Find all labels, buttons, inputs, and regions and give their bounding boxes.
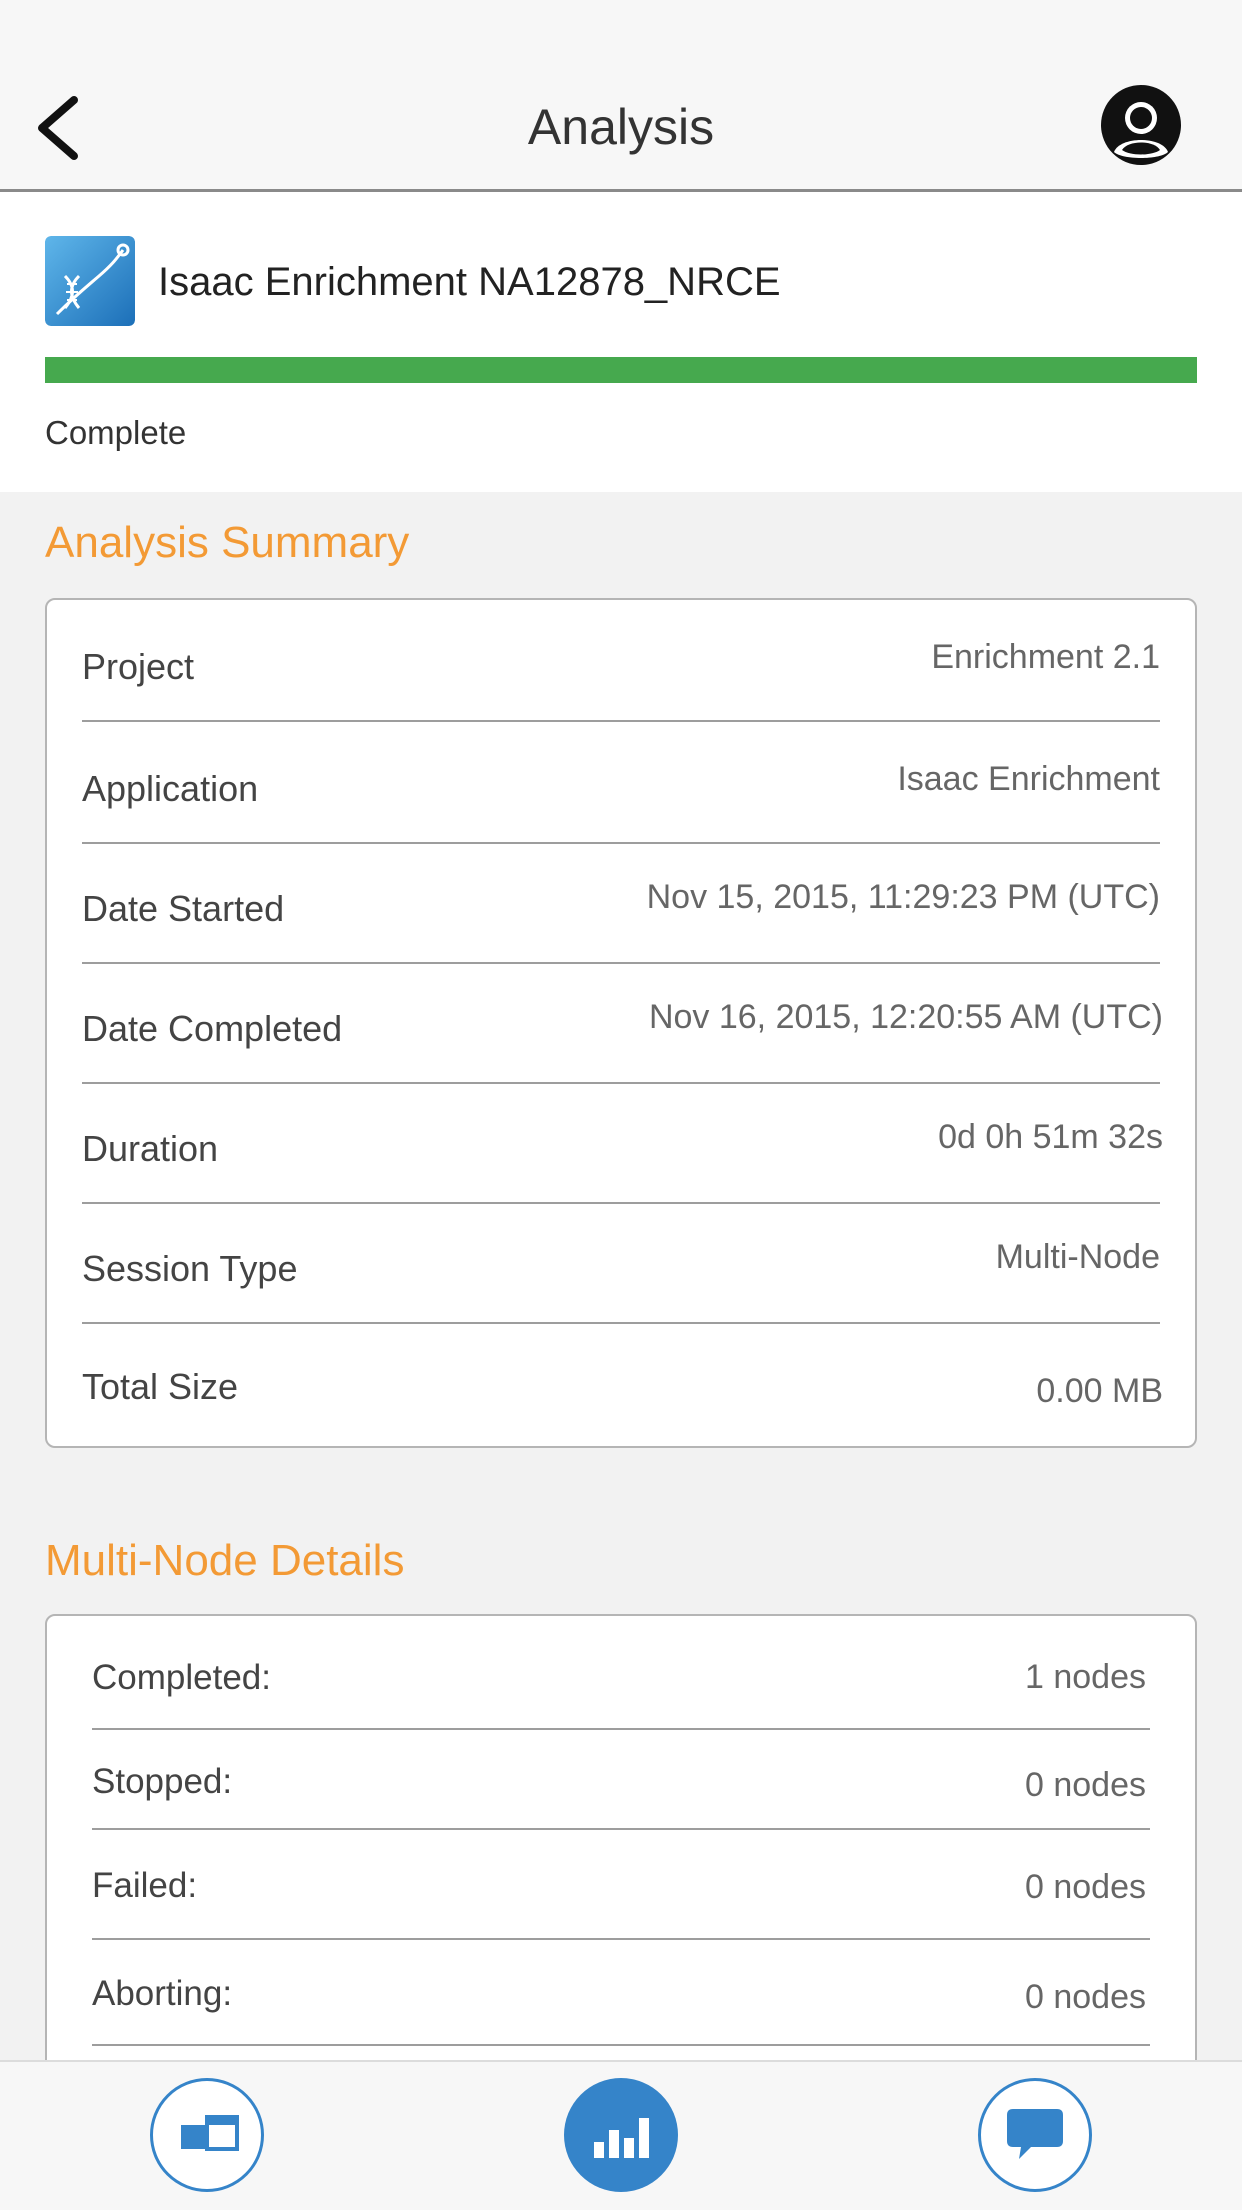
bar-chart-icon xyxy=(594,2118,649,2158)
summary-row-date-started: Date Started Nov 15, 2015, 11:29:23 PM (… xyxy=(82,842,1160,964)
row-value: Enrichment 2.1 xyxy=(931,638,1160,676)
multinode-row-aborting: Aborting: 0 nodes xyxy=(92,1940,1150,2046)
nav-chat-button[interactable] xyxy=(978,2078,1092,2192)
multinode-row-completed: Completed: 1 nodes xyxy=(92,1616,1150,1730)
summary-row-session-type: Session Type Multi-Node xyxy=(82,1202,1160,1324)
row-label: Completed: xyxy=(92,1658,271,1697)
dna-app-icon xyxy=(45,236,135,326)
row-label: Date Completed xyxy=(82,1008,343,1049)
analysis-summary-card: Project Enrichment 2.1 Application Isaac… xyxy=(45,598,1197,1448)
row-value: Multi-Node xyxy=(995,1238,1160,1276)
row-value: 0 nodes xyxy=(1025,1868,1146,1906)
progress-bar xyxy=(45,357,1197,383)
row-value: Nov 15, 2015, 11:29:23 PM (UTC) xyxy=(646,878,1160,916)
row-value: 0.00 MB xyxy=(1036,1372,1163,1410)
top-header: Analysis xyxy=(0,0,1242,192)
row-label: Application xyxy=(82,768,259,809)
multi-node-details-card: Completed: 1 nodes Stopped: 0 nodes Fail… xyxy=(45,1614,1197,2134)
page-title: Analysis xyxy=(527,99,715,155)
row-label: Failed: xyxy=(92,1866,198,1905)
row-value: 1 nodes xyxy=(1025,1658,1146,1696)
summary-row-date-completed: Date Completed Nov 16, 2015, 12:20:55 AM… xyxy=(82,962,1163,1084)
nav-projects-button[interactable] xyxy=(150,2078,264,2192)
chat-bubble-icon xyxy=(1007,2109,1063,2159)
row-label: Total Size xyxy=(82,1366,239,1407)
multinode-row-failed: Failed: 0 nodes xyxy=(92,1830,1150,1940)
row-value: Isaac Enrichment xyxy=(897,760,1160,798)
analysis-header-card: Isaac Enrichment NA12878_NRCE Complete xyxy=(0,192,1242,492)
row-label: Aborting: xyxy=(92,1974,233,2013)
user-avatar-icon xyxy=(1101,85,1181,165)
row-value: 0d 0h 51m 32s xyxy=(938,1118,1163,1156)
summary-row-duration: Duration 0d 0h 51m 32s xyxy=(82,1082,1163,1204)
row-label: Date Started xyxy=(82,888,285,929)
analysis-name: Isaac Enrichment NA12878_NRCE xyxy=(158,260,781,304)
analysis-summary-title: Analysis Summary xyxy=(45,518,410,567)
multi-node-details-title: Multi-Node Details xyxy=(45,1536,405,1585)
row-label: Session Type xyxy=(82,1248,298,1289)
summary-row-total-size: Total Size 0.00 MB xyxy=(82,1322,1163,1442)
progress-bar-fill xyxy=(45,357,1197,383)
row-label: Duration xyxy=(82,1128,219,1169)
row-value: 0 nodes xyxy=(1025,1978,1146,2016)
status-text: Complete xyxy=(45,414,187,451)
profile-button[interactable] xyxy=(1100,84,1182,166)
row-value: Nov 16, 2015, 12:20:55 AM (UTC) xyxy=(648,998,1163,1036)
projects-icon xyxy=(181,2115,239,2151)
row-label: Project xyxy=(82,646,195,687)
nav-analysis-button[interactable] xyxy=(564,2078,678,2192)
row-label: Stopped: xyxy=(92,1762,233,1801)
summary-row-project: Project Enrichment 2.1 xyxy=(82,600,1160,722)
row-value: 0 nodes xyxy=(1025,1766,1146,1804)
summary-row-application: Application Isaac Enrichment xyxy=(82,722,1160,844)
bottom-nav-bar xyxy=(0,2060,1242,2210)
multinode-row-stopped: Stopped: 0 nodes xyxy=(92,1730,1150,1830)
